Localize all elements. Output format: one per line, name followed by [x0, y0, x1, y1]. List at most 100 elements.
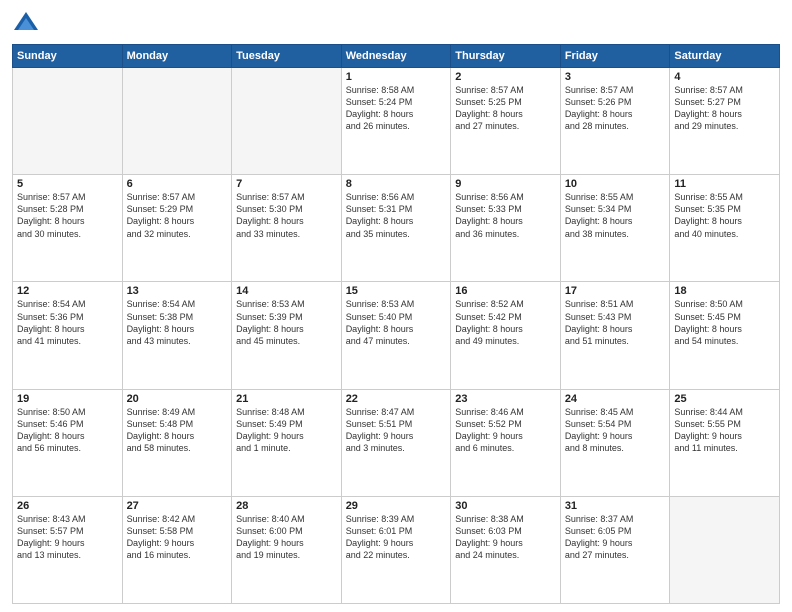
- day-info: Sunrise: 8:44 AM Sunset: 5:55 PM Dayligh…: [674, 406, 775, 455]
- day-number: 3: [565, 71, 666, 83]
- header: [12, 10, 780, 38]
- calendar-week-row: 5Sunrise: 8:57 AM Sunset: 5:28 PM Daylig…: [13, 175, 780, 282]
- calendar-cell: 20Sunrise: 8:49 AM Sunset: 5:48 PM Dayli…: [122, 389, 232, 496]
- calendar-cell: 16Sunrise: 8:52 AM Sunset: 5:42 PM Dayli…: [451, 282, 561, 389]
- calendar-cell: 8Sunrise: 8:56 AM Sunset: 5:31 PM Daylig…: [341, 175, 451, 282]
- day-info: Sunrise: 8:57 AM Sunset: 5:27 PM Dayligh…: [674, 84, 775, 133]
- calendar-cell: 25Sunrise: 8:44 AM Sunset: 5:55 PM Dayli…: [670, 389, 780, 496]
- calendar-cell: 19Sunrise: 8:50 AM Sunset: 5:46 PM Dayli…: [13, 389, 123, 496]
- day-number: 10: [565, 178, 666, 190]
- day-info: Sunrise: 8:58 AM Sunset: 5:24 PM Dayligh…: [346, 84, 447, 133]
- day-info: Sunrise: 8:55 AM Sunset: 5:34 PM Dayligh…: [565, 191, 666, 240]
- calendar-cell: 31Sunrise: 8:37 AM Sunset: 6:05 PM Dayli…: [560, 496, 670, 603]
- day-number: 15: [346, 285, 447, 297]
- day-number: 16: [455, 285, 556, 297]
- calendar-cell: 9Sunrise: 8:56 AM Sunset: 5:33 PM Daylig…: [451, 175, 561, 282]
- day-info: Sunrise: 8:49 AM Sunset: 5:48 PM Dayligh…: [127, 406, 228, 455]
- calendar-cell: 14Sunrise: 8:53 AM Sunset: 5:39 PM Dayli…: [232, 282, 342, 389]
- calendar-cell: 1Sunrise: 8:58 AM Sunset: 5:24 PM Daylig…: [341, 68, 451, 175]
- calendar-week-row: 12Sunrise: 8:54 AM Sunset: 5:36 PM Dayli…: [13, 282, 780, 389]
- day-number: 4: [674, 71, 775, 83]
- day-info: Sunrise: 8:54 AM Sunset: 5:38 PM Dayligh…: [127, 298, 228, 347]
- calendar-cell: 30Sunrise: 8:38 AM Sunset: 6:03 PM Dayli…: [451, 496, 561, 603]
- day-number: 17: [565, 285, 666, 297]
- day-info: Sunrise: 8:54 AM Sunset: 5:36 PM Dayligh…: [17, 298, 118, 347]
- calendar-cell: 4Sunrise: 8:57 AM Sunset: 5:27 PM Daylig…: [670, 68, 780, 175]
- day-info: Sunrise: 8:47 AM Sunset: 5:51 PM Dayligh…: [346, 406, 447, 455]
- calendar-header-sunday: Sunday: [13, 45, 123, 68]
- calendar-cell: 7Sunrise: 8:57 AM Sunset: 5:30 PM Daylig…: [232, 175, 342, 282]
- day-info: Sunrise: 8:55 AM Sunset: 5:35 PM Dayligh…: [674, 191, 775, 240]
- calendar-cell: 21Sunrise: 8:48 AM Sunset: 5:49 PM Dayli…: [232, 389, 342, 496]
- day-number: 20: [127, 393, 228, 405]
- day-number: 29: [346, 500, 447, 512]
- page: SundayMondayTuesdayWednesdayThursdayFrid…: [0, 0, 792, 612]
- calendar-cell: [13, 68, 123, 175]
- day-number: 5: [17, 178, 118, 190]
- day-info: Sunrise: 8:56 AM Sunset: 5:33 PM Dayligh…: [455, 191, 556, 240]
- calendar-cell: [122, 68, 232, 175]
- day-info: Sunrise: 8:45 AM Sunset: 5:54 PM Dayligh…: [565, 406, 666, 455]
- day-info: Sunrise: 8:38 AM Sunset: 6:03 PM Dayligh…: [455, 513, 556, 562]
- day-number: 25: [674, 393, 775, 405]
- day-info: Sunrise: 8:51 AM Sunset: 5:43 PM Dayligh…: [565, 298, 666, 347]
- calendar-cell: 22Sunrise: 8:47 AM Sunset: 5:51 PM Dayli…: [341, 389, 451, 496]
- logo: [12, 10, 44, 38]
- day-info: Sunrise: 8:40 AM Sunset: 6:00 PM Dayligh…: [236, 513, 337, 562]
- day-number: 23: [455, 393, 556, 405]
- day-number: 31: [565, 500, 666, 512]
- calendar-cell: 17Sunrise: 8:51 AM Sunset: 5:43 PM Dayli…: [560, 282, 670, 389]
- calendar-header-tuesday: Tuesday: [232, 45, 342, 68]
- day-info: Sunrise: 8:53 AM Sunset: 5:40 PM Dayligh…: [346, 298, 447, 347]
- calendar-cell: 3Sunrise: 8:57 AM Sunset: 5:26 PM Daylig…: [560, 68, 670, 175]
- day-number: 19: [17, 393, 118, 405]
- calendar-cell: 11Sunrise: 8:55 AM Sunset: 5:35 PM Dayli…: [670, 175, 780, 282]
- day-number: 1: [346, 71, 447, 83]
- calendar-table: SundayMondayTuesdayWednesdayThursdayFrid…: [12, 44, 780, 604]
- day-info: Sunrise: 8:57 AM Sunset: 5:26 PM Dayligh…: [565, 84, 666, 133]
- calendar-cell: 28Sunrise: 8:40 AM Sunset: 6:00 PM Dayli…: [232, 496, 342, 603]
- day-number: 12: [17, 285, 118, 297]
- day-info: Sunrise: 8:57 AM Sunset: 5:30 PM Dayligh…: [236, 191, 337, 240]
- calendar-week-row: 1Sunrise: 8:58 AM Sunset: 5:24 PM Daylig…: [13, 68, 780, 175]
- day-number: 28: [236, 500, 337, 512]
- day-number: 9: [455, 178, 556, 190]
- day-info: Sunrise: 8:50 AM Sunset: 5:46 PM Dayligh…: [17, 406, 118, 455]
- day-number: 26: [17, 500, 118, 512]
- day-number: 7: [236, 178, 337, 190]
- day-number: 24: [565, 393, 666, 405]
- day-number: 2: [455, 71, 556, 83]
- calendar-header-monday: Monday: [122, 45, 232, 68]
- day-info: Sunrise: 8:50 AM Sunset: 5:45 PM Dayligh…: [674, 298, 775, 347]
- calendar-cell: 26Sunrise: 8:43 AM Sunset: 5:57 PM Dayli…: [13, 496, 123, 603]
- calendar-header-friday: Friday: [560, 45, 670, 68]
- day-info: Sunrise: 8:56 AM Sunset: 5:31 PM Dayligh…: [346, 191, 447, 240]
- calendar-week-row: 19Sunrise: 8:50 AM Sunset: 5:46 PM Dayli…: [13, 389, 780, 496]
- calendar-cell: [232, 68, 342, 175]
- day-number: 22: [346, 393, 447, 405]
- day-info: Sunrise: 8:52 AM Sunset: 5:42 PM Dayligh…: [455, 298, 556, 347]
- calendar-week-row: 26Sunrise: 8:43 AM Sunset: 5:57 PM Dayli…: [13, 496, 780, 603]
- day-info: Sunrise: 8:46 AM Sunset: 5:52 PM Dayligh…: [455, 406, 556, 455]
- logo-icon: [12, 10, 40, 38]
- calendar-cell: 13Sunrise: 8:54 AM Sunset: 5:38 PM Dayli…: [122, 282, 232, 389]
- day-number: 14: [236, 285, 337, 297]
- calendar-cell: 23Sunrise: 8:46 AM Sunset: 5:52 PM Dayli…: [451, 389, 561, 496]
- day-info: Sunrise: 8:42 AM Sunset: 5:58 PM Dayligh…: [127, 513, 228, 562]
- day-number: 30: [455, 500, 556, 512]
- calendar-cell: 29Sunrise: 8:39 AM Sunset: 6:01 PM Dayli…: [341, 496, 451, 603]
- calendar-cell: 2Sunrise: 8:57 AM Sunset: 5:25 PM Daylig…: [451, 68, 561, 175]
- calendar-cell: 10Sunrise: 8:55 AM Sunset: 5:34 PM Dayli…: [560, 175, 670, 282]
- day-info: Sunrise: 8:39 AM Sunset: 6:01 PM Dayligh…: [346, 513, 447, 562]
- calendar-header-wednesday: Wednesday: [341, 45, 451, 68]
- calendar-cell: 15Sunrise: 8:53 AM Sunset: 5:40 PM Dayli…: [341, 282, 451, 389]
- calendar-cell: 12Sunrise: 8:54 AM Sunset: 5:36 PM Dayli…: [13, 282, 123, 389]
- calendar-cell: 18Sunrise: 8:50 AM Sunset: 5:45 PM Dayli…: [670, 282, 780, 389]
- calendar-cell: 6Sunrise: 8:57 AM Sunset: 5:29 PM Daylig…: [122, 175, 232, 282]
- calendar-header-row: SundayMondayTuesdayWednesdayThursdayFrid…: [13, 45, 780, 68]
- day-info: Sunrise: 8:57 AM Sunset: 5:28 PM Dayligh…: [17, 191, 118, 240]
- day-number: 18: [674, 285, 775, 297]
- day-info: Sunrise: 8:57 AM Sunset: 5:25 PM Dayligh…: [455, 84, 556, 133]
- day-number: 21: [236, 393, 337, 405]
- day-number: 11: [674, 178, 775, 190]
